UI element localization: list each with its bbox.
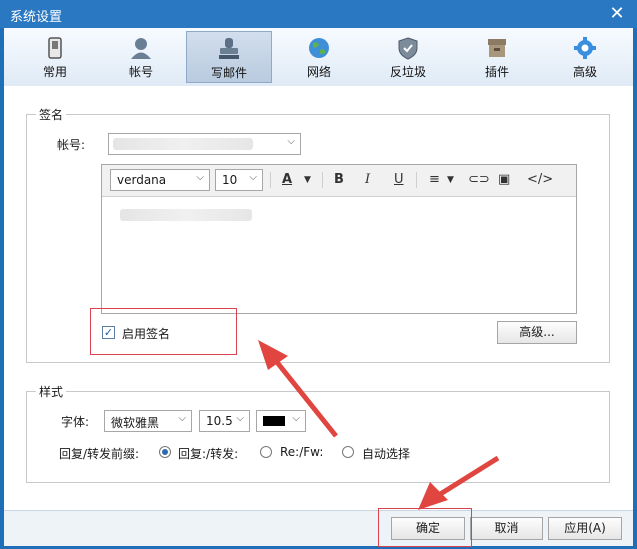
apply-button[interactable]: 应用(A) [548, 517, 622, 540]
font-size-select[interactable]: 10 ⌵ [215, 169, 263, 191]
chevron-down-icon: ⌵ [196, 172, 204, 183]
image-icon[interactable]: ▣ [498, 172, 510, 187]
shield-icon [395, 35, 421, 61]
bold-icon[interactable]: B [334, 172, 344, 187]
annotation-arrow [418, 455, 500, 510]
highlight-box [378, 508, 472, 547]
chevron-down-icon[interactable]: ▼ [447, 175, 454, 185]
chevron-down-icon: ⌵ [178, 413, 186, 424]
annotation-arrow [258, 340, 338, 438]
tab-label: 反垃圾 [389, 65, 426, 79]
dialog-footer: 确定 取消 应用(A) [4, 508, 633, 547]
window-title: 系统设置 [10, 10, 63, 25]
prefix-option-radio[interactable] [159, 446, 171, 458]
align-icon[interactable]: ≡ [429, 172, 440, 187]
tab-label: 插件 [484, 65, 509, 79]
gear-icon [572, 35, 598, 61]
prefix-option-radio[interactable] [342, 446, 354, 458]
title-bar: 系统设置 ✕ [0, 0, 637, 28]
signature-editor[interactable]: verdana ⌵ 10 ⌵ A ▼ B I U ≡ ▼ ⊂⊃ ▣ </> [101, 164, 577, 314]
signature-section-title: 签名 [36, 106, 67, 123]
chevron-down-icon: ⌵ [287, 136, 295, 147]
toolbar-divider [270, 172, 271, 188]
signature-text-redacted [120, 209, 252, 221]
prefix-label: 回复/转发前缀: [59, 447, 140, 461]
italic-icon[interactable]: I [365, 172, 370, 187]
font-family-value: verdana [117, 173, 167, 187]
font-family-select[interactable]: verdana ⌵ [110, 169, 210, 191]
account-label: 帐号: [57, 138, 86, 152]
tab-label: 写邮件 [210, 66, 247, 80]
prefix-option-label: 回复:/转发: [178, 447, 239, 461]
style-font-value: 微软雅黑 [111, 416, 160, 430]
chevron-down-icon: ⌵ [236, 413, 244, 424]
underline-icon[interactable]: U [394, 172, 404, 187]
tab-advanced[interactable]: 高级 [542, 31, 628, 83]
prefix-option-label: 自动选择 [362, 447, 411, 461]
tab-network[interactable]: 网络 [276, 31, 362, 83]
cancel-button[interactable]: 取消 [470, 517, 543, 540]
settings-tabs: 常用 帐号 写邮件 网络 反垃圾 插件 高级 [4, 28, 633, 87]
box-icon [484, 35, 510, 61]
tab-plugins[interactable]: 插件 [454, 31, 540, 83]
style-size-value: 10.5 [206, 414, 233, 428]
tab-general[interactable]: 常用 [12, 31, 98, 83]
style-size-select[interactable]: 10.5 ⌵ [199, 410, 250, 432]
settings-window: 系统设置 ✕ 常用 帐号 写邮件 网络 反垃圾 插件 高级 签名 帐号: ⌵ v… [0, 0, 637, 549]
style-font-select[interactable]: 微软雅黑 ⌵ [104, 410, 192, 432]
globe-icon [306, 35, 332, 61]
toolbar-divider [322, 172, 323, 188]
editor-toolbar: verdana ⌵ 10 ⌵ A ▼ B I U ≡ ▼ ⊂⊃ ▣ </> [102, 165, 576, 197]
toolbar-divider [416, 172, 417, 188]
account-select[interactable]: ⌵ [108, 133, 301, 155]
close-icon[interactable]: ✕ [607, 3, 627, 24]
font-size-value: 10 [222, 173, 238, 187]
style-section-title: 样式 [36, 383, 67, 400]
chevron-down-icon: ⌵ [249, 172, 257, 183]
code-icon[interactable]: </> [527, 172, 553, 187]
user-icon [128, 35, 154, 61]
tab-label: 常用 [42, 65, 67, 79]
font-color-icon[interactable]: A [282, 172, 292, 187]
account-value-redacted [113, 138, 253, 150]
tab-account[interactable]: 帐号 [98, 31, 184, 83]
tab-label: 网络 [306, 65, 331, 79]
tab-compose[interactable]: 写邮件 [186, 31, 272, 83]
tab-label: 帐号 [128, 65, 153, 79]
phone-icon [42, 35, 68, 61]
prefix-option-radio[interactable] [260, 446, 272, 458]
content-area: 签名 帐号: ⌵ verdana ⌵ 10 ⌵ A ▼ B I U ≡ ▼ ⊂⊃… [4, 86, 633, 510]
chevron-down-icon[interactable]: ▼ [304, 175, 311, 185]
prefix-option-label: Re:/Fw: [280, 445, 324, 459]
highlight-box [90, 308, 237, 355]
link-icon[interactable]: ⊂⊃ [468, 172, 490, 187]
stamp-icon [216, 36, 242, 62]
tab-antispam[interactable]: 反垃圾 [365, 31, 451, 83]
signature-advanced-button[interactable]: 高级... [497, 321, 577, 344]
tab-label: 高级 [572, 65, 597, 79]
font-label: 字体: [61, 415, 90, 429]
